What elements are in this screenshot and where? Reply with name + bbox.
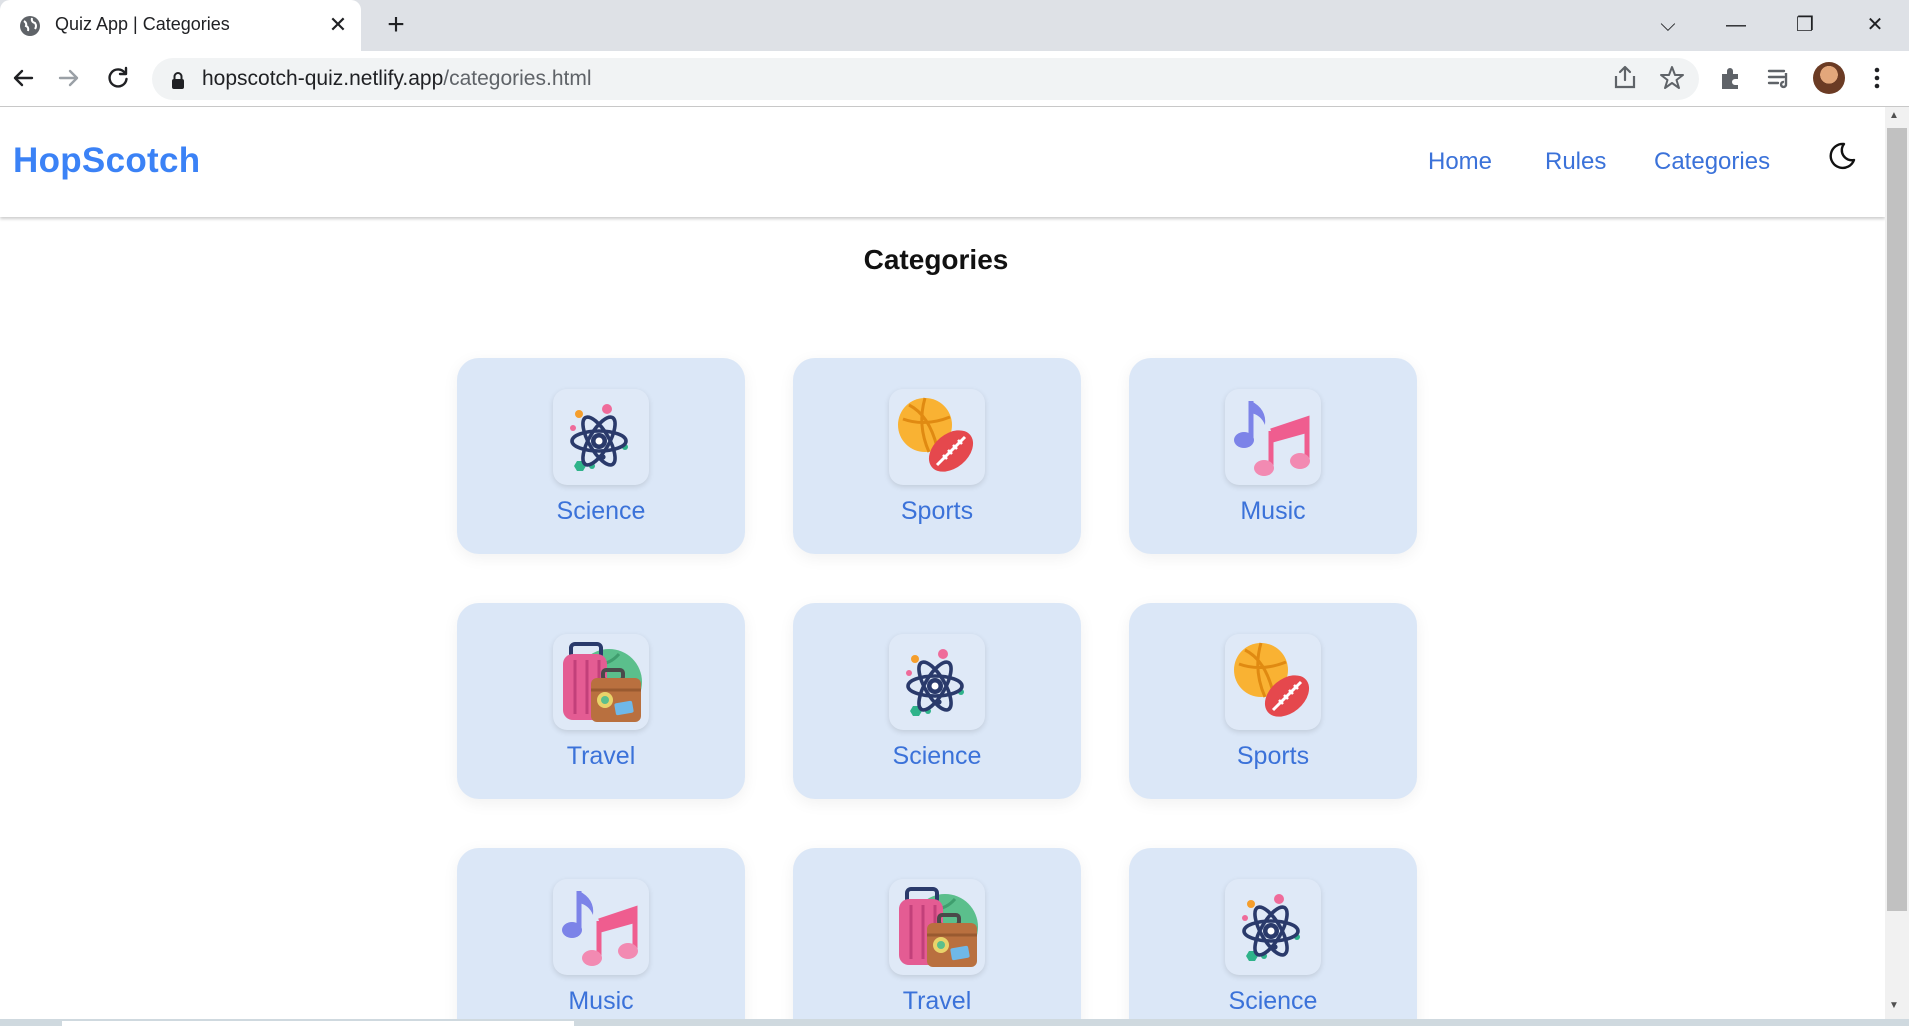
- restore-icon[interactable]: ❐: [1787, 10, 1823, 40]
- category-icon-box: [553, 879, 649, 975]
- bottom-strip-segment: [62, 1021, 574, 1026]
- bottom-strip: [0, 1019, 1909, 1026]
- back-icon[interactable]: [8, 63, 38, 93]
- luggage-icon: [899, 887, 978, 967]
- close-tab-icon[interactable]: ✕: [326, 13, 350, 37]
- menu-kebab-icon[interactable]: [1862, 63, 1892, 93]
- category-label: Sports: [1236, 742, 1310, 770]
- sports-balls-icon: [898, 397, 974, 472]
- category-card-music[interactable]: Music: [457, 848, 745, 1019]
- url-host: hopscotch-quiz.netlify.app: [202, 67, 444, 90]
- category-icon-box: [889, 634, 985, 730]
- category-label: Science: [556, 497, 646, 525]
- sports-balls-icon: [1234, 642, 1310, 717]
- category-card-travel[interactable]: Travel: [457, 603, 745, 799]
- luggage-icon: [563, 642, 642, 722]
- atom-icon: [1242, 894, 1300, 961]
- category-card-science[interactable]: Science: [793, 603, 1081, 799]
- category-icon-box: [553, 389, 649, 485]
- minimize-icon[interactable]: —: [1718, 10, 1754, 40]
- category-label: Music: [1240, 497, 1306, 525]
- category-icon-box: [889, 879, 985, 975]
- page-title: Categories: [863, 244, 1009, 275]
- window-close-icon[interactable]: ✕: [1857, 10, 1893, 40]
- category-label: Travel: [902, 987, 972, 1015]
- tab-title: Quiz App | Categories: [55, 14, 230, 34]
- forward-icon[interactable]: [54, 63, 84, 93]
- category-card-science[interactable]: Science: [457, 358, 745, 554]
- category-card-science[interactable]: Science: [1129, 848, 1417, 1019]
- category-card-music[interactable]: Music: [1129, 358, 1417, 554]
- category-card-sports[interactable]: Sports: [1129, 603, 1417, 799]
- moon-icon[interactable]: [1826, 140, 1858, 172]
- category-label: Science: [892, 742, 982, 770]
- category-icon-box: [1225, 879, 1321, 975]
- nav-link-categories[interactable]: Categories: [1654, 148, 1770, 176]
- category-label: Science: [1228, 987, 1318, 1015]
- site-brand[interactable]: HopScotch: [13, 141, 200, 181]
- url-path: /categories.html: [443, 67, 592, 90]
- music-notes-icon: [1234, 401, 1310, 476]
- nav-link-home[interactable]: Home: [1428, 148, 1492, 176]
- scroll-down-arrow[interactable]: ▼: [1889, 1000, 1899, 1011]
- category-card-travel[interactable]: Travel: [793, 848, 1081, 1019]
- lock-icon[interactable]: [170, 71, 186, 89]
- browser-tab[interactable]: Quiz App | Categories ✕: [0, 0, 361, 51]
- page-viewport: HopScotch Home Rules Categories Categori…: [0, 107, 1885, 1019]
- category-icon-box: [553, 634, 649, 730]
- globe-icon: [20, 16, 40, 36]
- nav-link-rules[interactable]: Rules: [1545, 148, 1606, 176]
- share-icon[interactable]: [1610, 63, 1640, 93]
- atom-icon: [570, 404, 628, 471]
- extensions-icon[interactable]: [1716, 63, 1746, 93]
- media-queue-icon[interactable]: [1764, 63, 1794, 93]
- url-text[interactable]: hopscotch-quiz.netlify.app/categories.ht…: [202, 67, 592, 91]
- category-icon-box: [1225, 634, 1321, 730]
- category-card-sports[interactable]: Sports: [793, 358, 1081, 554]
- browser-toolbar: hopscotch-quiz.netlify.app/categories.ht…: [0, 51, 1909, 107]
- category-icon-box: [889, 389, 985, 485]
- bookmark-star-icon[interactable]: [1657, 63, 1687, 93]
- new-tab-icon[interactable]: +: [380, 10, 412, 42]
- site-navbar: HopScotch Home Rules Categories: [0, 107, 1885, 217]
- profile-avatar[interactable]: [1813, 62, 1845, 94]
- atom-icon: [906, 649, 964, 716]
- tab-search-icon[interactable]: ⌵: [1650, 10, 1686, 40]
- category-label: Music: [568, 987, 634, 1015]
- browser-tab-bar: Quiz App | Categories ✕ + ⌵ — ❐ ✕: [0, 0, 1909, 51]
- category-label: Travel: [566, 742, 636, 770]
- category-label: Sports: [900, 497, 974, 525]
- music-notes-icon: [562, 891, 638, 966]
- scroll-up-arrow[interactable]: ▲: [1889, 110, 1899, 121]
- category-icon-box: [1225, 389, 1321, 485]
- reload-icon[interactable]: [103, 63, 133, 93]
- scrollbar-thumb[interactable]: [1887, 128, 1907, 911]
